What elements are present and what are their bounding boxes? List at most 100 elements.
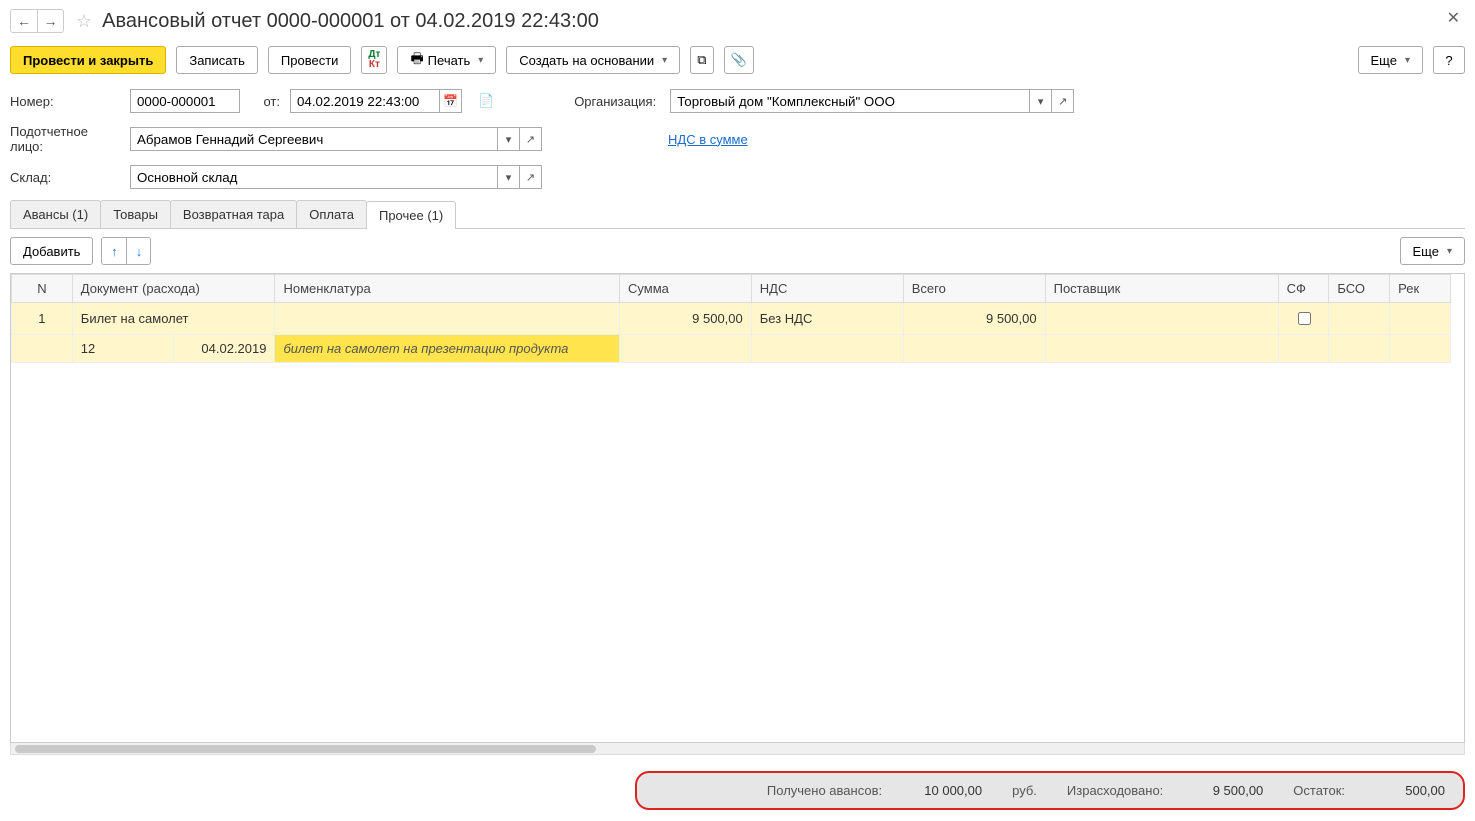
vat-link[interactable]: НДС в сумме — [668, 132, 748, 147]
post-and-close-button[interactable]: Провести и закрыть — [10, 46, 166, 74]
table-row[interactable]: 1 Билет на самолет 9 500,00 Без НДС 9 50… — [12, 303, 1451, 335]
calendar-icon — [443, 94, 458, 108]
tab-payment[interactable]: Оплата — [296, 200, 367, 228]
warehouse-input-group: ▾ — [130, 165, 542, 189]
debit-credit-icon: ДтКт — [368, 50, 380, 70]
subcell-doc-date: 04.02.2019 — [174, 335, 274, 362]
person-open-button[interactable] — [520, 127, 542, 151]
footer-summary: Получено авансов: 10 000,00 руб. Израсхо… — [635, 771, 1465, 810]
horizontal-scrollbar[interactable] — [10, 743, 1465, 755]
col-vat[interactable]: НДС — [751, 275, 903, 303]
cell-total: 9 500,00 — [903, 303, 1045, 335]
col-document[interactable]: Документ (расхода) — [72, 275, 275, 303]
save-button[interactable]: Записать — [176, 46, 258, 74]
calendar-button[interactable] — [440, 89, 462, 113]
subcell-doc-num: 12 — [73, 335, 174, 362]
org-input-group: ▾ — [670, 89, 1074, 113]
move-up-button[interactable]: ↑ — [102, 238, 126, 264]
col-n[interactable]: N — [12, 275, 73, 303]
tab-goods[interactable]: Товары — [100, 200, 171, 228]
tab-advances[interactable]: Авансы (1) — [10, 200, 101, 228]
move-down-button[interactable]: ↓ — [126, 238, 150, 264]
print-label: Печать — [428, 53, 471, 68]
cell-rek — [1390, 303, 1451, 335]
cell-supplier — [1045, 303, 1278, 335]
spent-label: Израсходовано: — [1067, 783, 1163, 798]
structure-icon — [697, 52, 706, 68]
date-input-group — [290, 89, 462, 113]
date-input[interactable] — [290, 89, 440, 113]
printer-icon — [410, 48, 423, 72]
close-icon[interactable]: ✕ — [1447, 8, 1460, 28]
cell-nomenclature — [275, 303, 620, 335]
create-based-button[interactable]: Создать на основании — [506, 46, 680, 74]
more-button[interactable]: Еще — [1358, 46, 1423, 74]
person-dropdown-button[interactable]: ▾ — [498, 127, 520, 151]
balance-label: Остаток: — [1293, 783, 1345, 798]
grid-container[interactable]: N Документ (расхода) Номенклатура Сумма … — [10, 273, 1465, 743]
move-row-buttons: ↑ ↓ — [101, 237, 151, 265]
col-total[interactable]: Всего — [903, 275, 1045, 303]
nav-arrows: ← → — [10, 9, 64, 33]
warehouse-dropdown-button[interactable]: ▾ — [498, 165, 520, 189]
person-input[interactable] — [130, 127, 498, 151]
org-label: Организация: — [574, 94, 660, 109]
cell-document: Билет на самолет — [72, 303, 275, 335]
print-button[interactable]: Печать — [397, 46, 496, 74]
warehouse-input[interactable] — [130, 165, 498, 189]
col-rek[interactable]: Рек — [1390, 275, 1451, 303]
org-dropdown-button[interactable]: ▾ — [1030, 89, 1052, 113]
title-bar: ← → ☆ Авансовый отчет 0000-000001 от 04.… — [10, 6, 1465, 36]
table-subrow[interactable]: 12 04.02.2019 билет на самолет на презен… — [12, 335, 1451, 363]
received-label: Получено авансов: — [767, 783, 882, 798]
back-button[interactable]: ← — [11, 10, 37, 32]
col-sf[interactable]: СФ — [1278, 275, 1329, 303]
number-label: Номер: — [10, 94, 120, 109]
cell-bso — [1329, 303, 1390, 335]
structure-button[interactable] — [690, 46, 713, 74]
create-based-label: Создать на основании — [519, 53, 654, 68]
from-label: от: — [256, 94, 280, 109]
subcell-empty — [12, 335, 73, 363]
open-external-icon — [526, 171, 535, 184]
cell-sf — [1278, 303, 1329, 335]
forward-button[interactable]: → — [37, 10, 63, 32]
scroll-thumb[interactable] — [15, 745, 596, 753]
post-button[interactable]: Провести — [268, 46, 352, 74]
debit-credit-button[interactable]: ДтКт — [361, 46, 387, 74]
received-value: 10 000,00 — [912, 783, 982, 798]
expenses-table: N Документ (расхода) Номенклатура Сумма … — [11, 274, 1451, 363]
document-new-icon[interactable]: 📄 — [478, 93, 494, 109]
tab-more-button[interactable]: Еще — [1400, 237, 1465, 265]
cell-n: 1 — [12, 303, 73, 335]
sf-checkbox[interactable] — [1298, 312, 1311, 325]
warehouse-open-button[interactable] — [520, 165, 542, 189]
tab-other[interactable]: Прочее (1) — [366, 201, 456, 229]
warehouse-label: Склад: — [10, 170, 120, 185]
help-button[interactable]: ? — [1433, 46, 1465, 74]
currency-label: руб. — [1012, 783, 1037, 798]
favorite-star-icon[interactable]: ☆ — [76, 11, 92, 32]
tab-more-label: Еще — [1413, 244, 1439, 259]
org-input[interactable] — [670, 89, 1030, 113]
balance-value: 500,00 — [1375, 783, 1445, 798]
add-row-button[interactable]: Добавить — [10, 237, 93, 265]
row-person: Подотчетное лицо: ▾ НДС в сумме — [10, 124, 1465, 154]
table-header-row: N Документ (расхода) Номенклатура Сумма … — [12, 275, 1451, 303]
col-bso[interactable]: БСО — [1329, 275, 1390, 303]
cell-sum: 9 500,00 — [620, 303, 752, 335]
main-toolbar: Провести и закрыть Записать Провести ДтК… — [10, 46, 1465, 74]
attachments-button[interactable] — [724, 46, 754, 74]
subcell-doc: 12 04.02.2019 — [72, 335, 275, 363]
number-input[interactable] — [130, 89, 240, 113]
col-nomenclature[interactable]: Номенклатура — [275, 275, 620, 303]
tabs: Авансы (1) Товары Возвратная тара Оплата… — [10, 200, 1465, 229]
col-supplier[interactable]: Поставщик — [1045, 275, 1278, 303]
more-label: Еще — [1371, 53, 1397, 68]
tab-return-pack[interactable]: Возвратная тара — [170, 200, 297, 228]
subcell-nomenclature: билет на самолет на презентацию продукта — [275, 335, 620, 363]
col-sum[interactable]: Сумма — [620, 275, 752, 303]
row-number-org: Номер: от: 📄 Организация: ▾ — [10, 88, 1465, 114]
paperclip-icon — [731, 52, 747, 68]
org-open-button[interactable] — [1052, 89, 1074, 113]
